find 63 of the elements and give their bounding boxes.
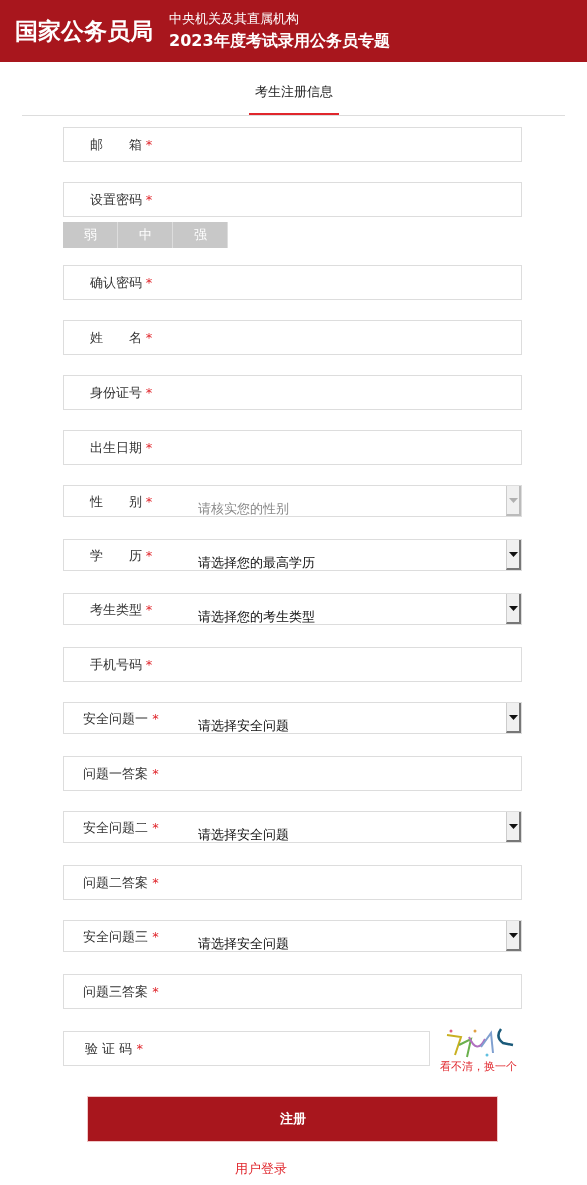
input-field[interactable]: 问题一答案 *	[63, 756, 522, 791]
field-label: 出生日期	[89, 439, 142, 455]
required-mark: *	[145, 274, 153, 290]
select-value: 请选择安全问题	[198, 935, 289, 953]
required-mark: *	[145, 656, 153, 672]
field-label: 确认密码	[89, 274, 142, 290]
select-field[interactable]: 安全问题二 * 请选择安全问题	[63, 811, 522, 843]
input-field[interactable]: 身份证号 *	[63, 375, 522, 410]
select-value: 请选择您的考生类型	[198, 608, 315, 626]
field-label: 性 别	[89, 494, 142, 509]
input-field[interactable]: 验 证 码 *	[63, 1031, 430, 1066]
field-label: 安全问题三	[83, 929, 149, 944]
input-field[interactable]: 确认密码 *	[63, 265, 522, 300]
field-label: 安全问题二	[83, 820, 149, 835]
select-field[interactable]: 考生类型 * 请选择您的考生类型	[63, 593, 522, 625]
field-label: 设置密码	[89, 191, 142, 207]
input-field[interactable]: 设置密码 *	[63, 182, 522, 217]
header-title: 2023年度考试录用公务员专题	[169, 31, 390, 52]
field-label: 安全问题一	[83, 711, 149, 726]
required-mark: *	[145, 548, 153, 563]
field-label: 姓 名	[89, 329, 142, 345]
field-label: 学 历	[89, 548, 142, 563]
required-mark: *	[145, 494, 153, 509]
input-field[interactable]: 问题二答案 *	[63, 865, 522, 900]
input-field[interactable]: 邮 箱 *	[63, 127, 522, 162]
input-field[interactable]: 手机号码 *	[63, 647, 522, 682]
site-logo: 国家公务员局	[15, 16, 153, 46]
select-field[interactable]: 安全问题一 * 请选择安全问题	[63, 702, 522, 734]
required-mark: *	[145, 602, 153, 617]
required-mark: *	[145, 329, 153, 345]
input-field[interactable]: 出生日期 *	[63, 430, 522, 465]
field-label: 问题二答案	[83, 874, 149, 890]
required-mark: *	[145, 439, 153, 455]
select-field[interactable]: 学 历 * 请选择您的最高学历	[63, 539, 522, 571]
required-mark: *	[152, 874, 159, 890]
required-mark: *	[152, 711, 159, 726]
select-value: 请核实您的性别	[198, 500, 289, 518]
tab[interactable]: 考生注册信息	[248, 62, 339, 115]
select-field[interactable]: 安全问题三 * 请选择安全问题	[63, 920, 522, 952]
select-value: 请选择安全问题	[198, 826, 289, 844]
required-mark: *	[145, 191, 153, 207]
header-subtitle: 中央机关及其直属机构	[169, 10, 300, 28]
required-mark: *	[152, 820, 159, 835]
field-label: 邮 箱	[89, 136, 142, 152]
required-mark: *	[152, 983, 159, 999]
select-value: 请选择安全问题	[198, 717, 289, 735]
required-mark: *	[145, 136, 153, 152]
login-link[interactable]: 用户登录	[235, 1160, 287, 1178]
field-label: 考生类型	[89, 602, 142, 617]
refresh-captcha-link[interactable]: 看不清，换一个	[440, 1059, 517, 1074]
required-mark: *	[136, 1040, 143, 1056]
field-label: 验 证 码	[85, 1040, 133, 1056]
required-mark: *	[152, 765, 159, 781]
required-mark: *	[145, 384, 153, 400]
register-button[interactable]: 注册	[87, 1096, 498, 1142]
select-value: 请选择您的最高学历	[198, 554, 315, 572]
input-field[interactable]: 问题三答案 *	[63, 974, 522, 1009]
required-mark: *	[152, 929, 159, 944]
field-label: 问题一答案	[83, 765, 149, 781]
field-label: 手机号码	[89, 656, 142, 672]
input-field[interactable]: 姓 名 *	[63, 320, 522, 355]
field-label: 问题三答案	[83, 983, 149, 999]
field-label: 身份证号	[89, 384, 142, 400]
